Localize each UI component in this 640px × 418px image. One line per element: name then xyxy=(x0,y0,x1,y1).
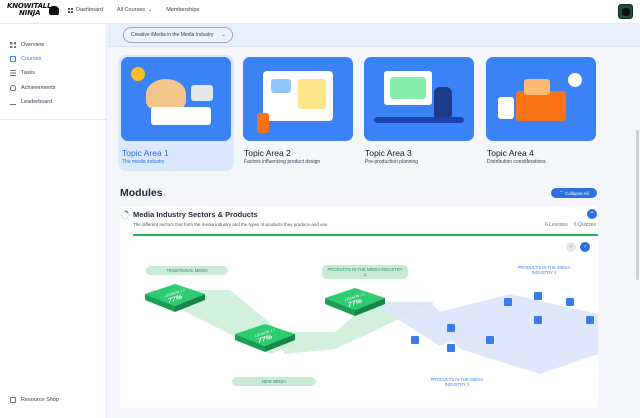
courses-icon xyxy=(10,56,16,62)
sidebar-item-overview[interactable]: Overview xyxy=(10,42,44,48)
label-products-3: PRODUCTS IN THE MEDIA INDUSTRY 3 xyxy=(517,265,571,275)
chevron-down-icon: ⌄ xyxy=(148,7,153,13)
tasks-icon xyxy=(10,70,16,76)
module-collapse-button[interactable]: ⌃ xyxy=(587,209,597,219)
nav-memberships-label: Memberships xyxy=(166,7,200,13)
modules-heading: Modules xyxy=(120,187,163,199)
sidebar: Overview Courses Tasks Achievements Lead… xyxy=(0,24,107,418)
chevron-down-icon: ⌄ xyxy=(221,32,226,38)
topic-subtitle: The media industry xyxy=(122,159,165,165)
label-products-1: PRODUCTS IN THE MEDIA INDUSTRY 1 xyxy=(322,265,408,279)
topic-3-illustration xyxy=(364,57,474,141)
topic-card-1[interactable]: Topic Area 1 The media industry xyxy=(118,55,234,171)
lessons-count: 6 Lessons xyxy=(544,222,568,228)
collapse-all-button[interactable]: ⌃ Collapse All xyxy=(551,188,597,198)
sidebar-divider xyxy=(0,119,106,120)
topic-title: Topic Area 4 xyxy=(487,148,534,158)
dashboard-icon xyxy=(68,7,73,13)
brand-logo[interactable]: KNOWITALL NINJA xyxy=(7,3,59,21)
label-traditional-media: TRADITIONAL MEDIA xyxy=(146,266,228,275)
pager-next-button[interactable]: › xyxy=(580,242,590,252)
shop-icon xyxy=(10,397,16,403)
sidebar-item-leaderboard[interactable]: Leaderboard xyxy=(10,99,52,105)
nav-memberships[interactable]: Memberships xyxy=(166,7,199,13)
nav-courses-label: All Courses xyxy=(116,7,146,13)
topic-subtitle: Factors influencing product design xyxy=(244,159,321,165)
sidebar-item-label: Achievements xyxy=(21,85,56,91)
nav-dashboard-label: Dashboard xyxy=(76,7,103,13)
topic-title: Topic Area 2 xyxy=(244,148,291,158)
topic-subtitle: Pre-production planning xyxy=(365,159,419,165)
sidebar-item-label: Tasks xyxy=(21,70,36,76)
module-counts: 6 Lessons 6 Quizzes xyxy=(545,222,596,228)
sidebar-item-courses[interactable]: Courses xyxy=(10,56,41,62)
trophy-icon xyxy=(10,85,16,91)
label-products-2: PRODUCTS IN THE MEDIA INDUSTRY 2 xyxy=(430,377,484,387)
module-title[interactable]: Media Industry Sectors & Products xyxy=(133,210,258,219)
topic-1-illustration xyxy=(121,57,231,141)
sidebar-item-label: Courses xyxy=(21,56,42,62)
chevron-up-icon: ⌃ xyxy=(559,190,564,195)
module-description: The different sectors that form the medi… xyxy=(133,222,329,227)
topic-card-2[interactable]: Topic Area 2 Factors influencing product… xyxy=(240,55,356,171)
nav-all-courses[interactable]: All Courses ⌄ xyxy=(117,7,152,13)
sidebar-item-achievements[interactable]: Achievements xyxy=(10,85,56,91)
topic-title: Topic Area 3 xyxy=(365,148,412,158)
sidebar-item-label: Overview xyxy=(21,42,44,48)
module-divider xyxy=(133,234,598,236)
topic-subtitle: Distribution considerations xyxy=(487,159,546,165)
top-bar: KNOWITALL NINJA Dashboard All Courses ⌄ … xyxy=(0,0,640,24)
topic-title: Topic Area 1 xyxy=(122,148,169,158)
top-nav: Dashboard All Courses ⌄ Memberships xyxy=(68,7,199,13)
ninja-icon xyxy=(49,6,59,15)
podium-icon xyxy=(10,99,16,105)
topic-card-3[interactable]: Topic Area 3 Pre-production planning xyxy=(361,55,477,171)
page-scrollbar[interactable] xyxy=(636,130,639,280)
pager-previous-button[interactable]: ‹ xyxy=(566,242,576,252)
course-select[interactable]: Creative iMedia in the Media Industry ⌄ xyxy=(123,27,233,43)
label-new-media: NEW MEDIA xyxy=(232,377,316,386)
quizzes-count: 6 Quizzes xyxy=(573,222,596,228)
topic-4-illustration xyxy=(486,57,596,141)
module-progress-ring xyxy=(120,210,130,220)
overview-icon xyxy=(10,42,16,48)
topic-card-4[interactable]: Topic Area 4 Distribution considerations xyxy=(483,55,599,171)
sidebar-item-label: Leaderboard xyxy=(21,99,53,105)
collapse-all-label: Collapse All xyxy=(565,190,589,196)
lesson-path-diagram: TRADITIONAL MEDIA PRODUCTS IN THE MEDIA … xyxy=(120,254,598,404)
sidebar-item-resource-shop[interactable]: Resource Shop xyxy=(10,397,59,403)
topic-2-illustration xyxy=(243,57,353,141)
sidebar-item-tasks[interactable]: Tasks xyxy=(10,70,35,76)
course-select-value: Creative iMedia in the Media Industry xyxy=(131,32,214,38)
sidebar-item-label: Resource Shop xyxy=(21,397,59,403)
nav-dashboard[interactable]: Dashboard xyxy=(68,7,103,13)
user-avatar[interactable] xyxy=(618,4,633,19)
module-card: Media Industry Sectors & Products The di… xyxy=(120,206,598,408)
